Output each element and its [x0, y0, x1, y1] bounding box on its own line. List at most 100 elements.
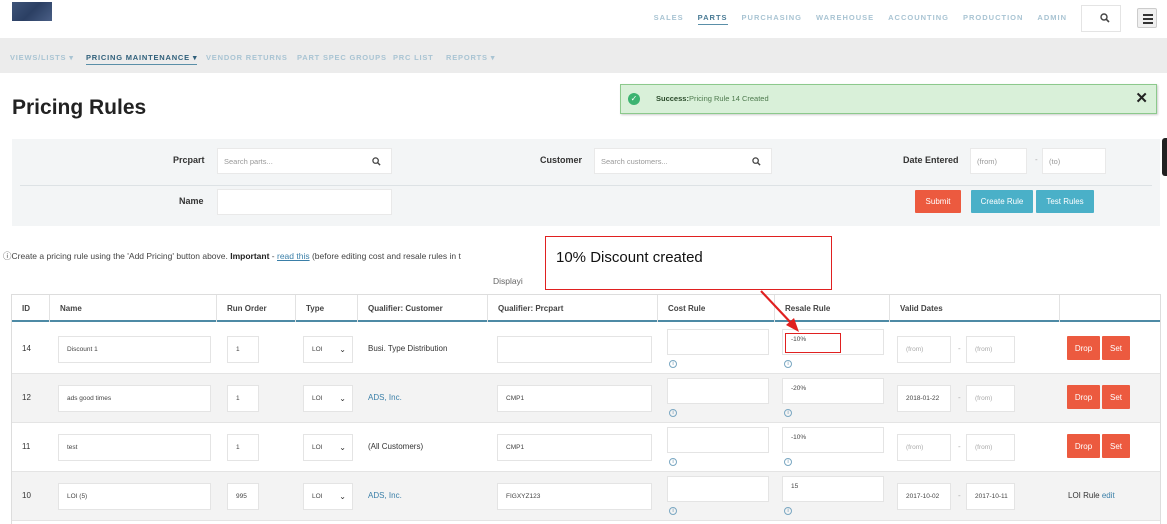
nav-production[interactable]: PRODUCTION	[963, 13, 1023, 25]
info-icon[interactable]: i	[784, 360, 792, 368]
set-button[interactable]: Set	[1102, 336, 1130, 360]
date-from-input[interactable]: (from)	[970, 148, 1027, 174]
nav-parts[interactable]: PARTS	[697, 13, 728, 25]
cost-rule-input[interactable]	[667, 427, 769, 453]
date-to-input[interactable]: (to)	[1042, 148, 1106, 174]
name-input[interactable]	[217, 189, 392, 215]
run-order-input[interactable]: 1	[227, 385, 259, 412]
rule-name-value: Discount 1	[67, 346, 98, 353]
info-icon[interactable]: i	[784, 507, 792, 515]
cost-rule-input[interactable]	[667, 476, 769, 502]
nav-purchasing[interactable]: PURCHASING	[742, 13, 802, 25]
type-select[interactable]: LOI ⌄	[303, 434, 353, 461]
subnav-pricing-maintenance[interactable]: PRICING MAINTENANCE ▾	[86, 53, 198, 65]
info-message: ⓘCreate a pricing rule using the 'Add Pr…	[3, 250, 461, 262]
cost-rule-input[interactable]	[667, 378, 769, 404]
info-icon[interactable]: i	[669, 360, 677, 368]
resale-rule-input[interactable]: 15	[782, 476, 884, 502]
subnav-vendor-returns[interactable]: VENDOR RETURNS	[206, 53, 288, 62]
customer-search-input[interactable]: Search customers...	[594, 148, 772, 174]
info-icon[interactable]: i	[669, 409, 677, 417]
rule-name-input[interactable]: ads good times	[58, 385, 211, 412]
resale-rule-value: -20%	[791, 385, 807, 392]
drop-button[interactable]: Drop	[1067, 336, 1100, 360]
valid-from-input[interactable]: (from)	[897, 336, 951, 363]
type-select[interactable]: LOI ⌄	[303, 483, 353, 510]
subnav-reports[interactable]: REPORTS ▾	[446, 53, 495, 62]
nav-sales[interactable]: SALES	[654, 13, 684, 25]
top-bar: SALES PARTS PURCHASING WAREHOUSE ACCOUNTING P…	[0, 0, 1167, 38]
date-separator: -	[958, 344, 961, 353]
side-panel-tab[interactable]	[1162, 138, 1167, 176]
close-icon[interactable]: ✕	[1135, 89, 1148, 107]
valid-from-input[interactable]: (from)	[897, 434, 951, 461]
info-icon[interactable]: i	[669, 507, 677, 515]
submit-button[interactable]: Submit	[915, 190, 961, 213]
run-order-value: 995	[236, 493, 247, 500]
info-icon[interactable]: i	[669, 458, 677, 466]
qualifier-prcpart-input[interactable]	[497, 336, 652, 363]
rule-name-input[interactable]: test	[58, 434, 211, 461]
company-logo[interactable]	[12, 2, 52, 21]
drop-button[interactable]: Drop	[1067, 385, 1100, 409]
subnav-views-lists[interactable]: VIEWS/LISTS ▾	[10, 53, 74, 62]
table-row: 14 Discount 1 1 LOI ⌄ Busi. Type Distribution…	[12, 325, 1160, 374]
info-icon[interactable]: i	[784, 409, 792, 417]
qualifier-customer[interactable]: ADS, Inc.	[368, 491, 402, 500]
search-icon	[372, 157, 381, 166]
filter-divider	[20, 185, 1152, 186]
rule-name-value: LOI (5)	[67, 493, 88, 500]
subnav-part-spec-groups[interactable]: PART SPEC GROUPS	[297, 53, 387, 62]
set-button[interactable]: Set	[1102, 434, 1130, 458]
test-rules-button[interactable]: Test Rules	[1036, 190, 1094, 213]
prcpart-search-input[interactable]: Search parts...	[217, 148, 392, 174]
valid-to-input[interactable]: (from)	[966, 336, 1015, 363]
nav-admin[interactable]: ADMIN	[1037, 13, 1067, 25]
valid-from-input[interactable]: 2017-10-02	[897, 483, 951, 510]
valid-to-input[interactable]: (from)	[966, 385, 1015, 412]
info-icon: ⓘ	[3, 251, 12, 261]
run-order-input[interactable]: 1	[227, 336, 259, 363]
subnav-prc-list[interactable]: PRC LIST	[393, 53, 434, 62]
hamburger-icon-line	[1143, 22, 1153, 24]
run-order-input[interactable]: 1	[227, 434, 259, 461]
global-search-button[interactable]	[1081, 5, 1121, 32]
page-title: Pricing Rules	[12, 96, 147, 119]
header-valid-dates: Valid Dates	[889, 295, 1059, 322]
valid-from-input[interactable]: 2018-01-22	[897, 385, 951, 412]
prcpart-placeholder: Search parts...	[224, 156, 273, 166]
run-order-input[interactable]: 995	[227, 483, 259, 510]
rule-name-input[interactable]: Discount 1	[58, 336, 211, 363]
create-rule-button[interactable]: Create Rule	[971, 190, 1033, 213]
type-select[interactable]: LOI ⌄	[303, 336, 353, 363]
row-id: 10	[22, 491, 31, 500]
date-entered-label: Date Entered	[903, 155, 959, 165]
prcpart-value: FIGXYZ123	[506, 493, 541, 500]
read-this-link[interactable]: read this	[277, 251, 310, 261]
menu-button[interactable]	[1137, 8, 1157, 28]
type-select[interactable]: LOI ⌄	[303, 385, 353, 412]
resale-rule-highlight	[785, 333, 841, 353]
rule-name-value: test	[67, 444, 78, 451]
resale-rule-input[interactable]: -10%	[782, 427, 884, 453]
valid-to-input[interactable]: 2017-10-11	[966, 483, 1015, 510]
date-separator: -	[958, 442, 961, 451]
rule-name-input[interactable]: LOI (5)	[58, 483, 211, 510]
qualifier-customer[interactable]: ADS, Inc.	[368, 393, 402, 402]
set-button[interactable]: Set	[1102, 385, 1130, 409]
info-text: Create a pricing rule using the 'Add Pri…	[11, 251, 231, 261]
resale-rule-input[interactable]: -20%	[782, 378, 884, 404]
info-icon[interactable]: i	[784, 458, 792, 466]
drop-button[interactable]: Drop	[1067, 434, 1100, 458]
nav-warehouse[interactable]: WAREHOUSE	[816, 13, 874, 25]
valid-to-input[interactable]: (from)	[966, 434, 1015, 461]
alert-label: Success:	[656, 94, 689, 103]
qualifier-prcpart-input[interactable]: FIGXYZ123	[497, 483, 652, 510]
nav-accounting[interactable]: ACCOUNTING	[888, 13, 949, 25]
header-name: Name	[49, 295, 216, 322]
success-alert: ✓ Success: Pricing Rule 14 Created ✕	[620, 84, 1157, 114]
cost-rule-input[interactable]	[667, 329, 769, 355]
qualifier-prcpart-input[interactable]: CMP1	[497, 385, 652, 412]
qualifier-prcpart-input[interactable]: CMP1	[497, 434, 652, 461]
edit-link[interactable]: edit	[1102, 491, 1115, 500]
